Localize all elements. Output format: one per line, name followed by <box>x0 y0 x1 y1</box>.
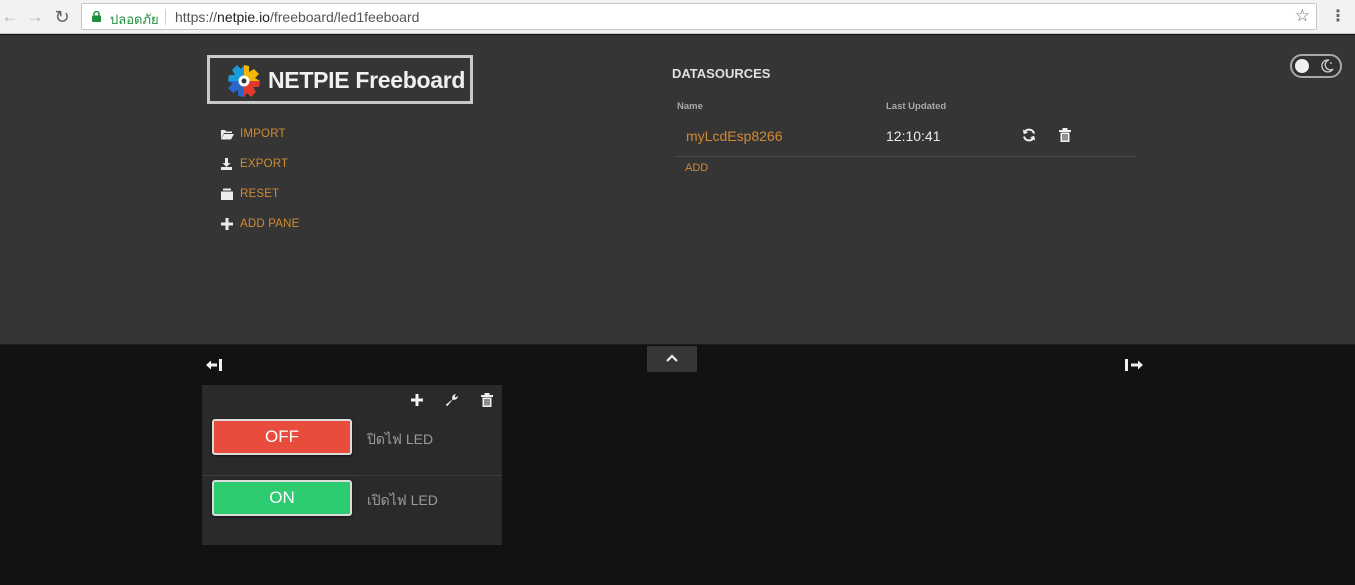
export-label: EXPORT <box>240 158 289 170</box>
led-off-caption: ปิดไฟ LED <box>367 431 434 447</box>
refresh-icon[interactable] <box>1021 127 1037 143</box>
add-widget-icon[interactable] <box>409 392 425 408</box>
reset-label: RESET <box>240 188 280 200</box>
datasource-row-divider <box>676 156 1136 157</box>
import-label: IMPORT <box>240 128 286 140</box>
url-text[interactable]: https://netpie.io/freeboard/led1feeboard <box>175 9 419 25</box>
datasource-name-header: Name <box>677 101 703 112</box>
download-icon <box>221 158 232 170</box>
collapse-header-button[interactable] <box>647 346 697 372</box>
address-divider <box>165 9 166 25</box>
address-bar[interactable]: ปลอดภัย https://netpie.io/freeboard/led1… <box>81 3 1317 30</box>
moon-icon <box>1321 59 1334 73</box>
grow-columns-icon[interactable] <box>1124 356 1144 374</box>
import-button[interactable]: IMPORT <box>220 125 286 143</box>
delete-pane-icon[interactable] <box>479 392 495 408</box>
logo-text: NETPIE Freeboard <box>268 67 466 93</box>
add-pane-label: ADD PANE <box>240 218 300 230</box>
url-host: netpie.io <box>217 9 270 25</box>
forward-button[interactable]: → <box>25 7 45 27</box>
folder-open-icon <box>221 130 234 140</box>
shrink-columns-icon[interactable] <box>205 356 225 374</box>
board-pane: OFF ปิดไฟ LED ON เปิดไฟ LED <box>202 385 502 545</box>
add-pane-button[interactable]: ADD PANE <box>220 215 300 233</box>
led-on-caption: เปิดไฟ LED <box>367 492 438 508</box>
bookmark-star-icon[interactable]: ☆ <box>1295 6 1310 26</box>
plus-icon <box>221 218 233 230</box>
netpie-logo: NETPIE Freeboard <box>207 55 473 104</box>
browser-menu-icon[interactable]: ⋮ <box>1330 7 1346 27</box>
freeboard-header: NETPIE Freeboard IMPORT EXPORT RESET ADD… <box>0 35 1355 345</box>
url-scheme: https:// <box>175 9 218 25</box>
url-path: /freeboard/led1feeboard <box>269 9 420 25</box>
reload-button[interactable]: ↻ <box>52 7 72 27</box>
reset-button[interactable]: RESET <box>220 185 279 203</box>
clear-icon <box>221 188 233 200</box>
chevron-up-icon <box>666 354 678 362</box>
widget-divider <box>202 475 502 476</box>
export-button[interactable]: EXPORT <box>220 155 288 173</box>
led-on-button[interactable]: ON <box>212 480 352 516</box>
netpie-gear-icon <box>228 65 260 97</box>
theme-toggle[interactable] <box>1290 54 1342 78</box>
datasource-updated-header: Last Updated <box>886 101 947 112</box>
toggle-knob <box>1295 59 1309 73</box>
led-off-button[interactable]: OFF <box>212 419 352 455</box>
back-button[interactable]: ← <box>0 7 20 27</box>
secure-label: ปลอดภัย <box>110 12 159 27</box>
datasource-name-link[interactable]: myLcdEsp8266 <box>686 128 783 144</box>
trash-icon[interactable] <box>1057 127 1073 143</box>
datasource-last-updated: 12:10:41 <box>886 128 941 144</box>
wrench-icon[interactable] <box>444 392 460 408</box>
datasources-title: DATASOURCES <box>672 66 771 81</box>
browser-toolbar: ← → ↻ ปลอดภัย https://netpie.io/freeboar… <box>0 0 1355 34</box>
lock-icon <box>92 11 101 22</box>
add-datasource-button[interactable]: ADD <box>685 162 708 174</box>
